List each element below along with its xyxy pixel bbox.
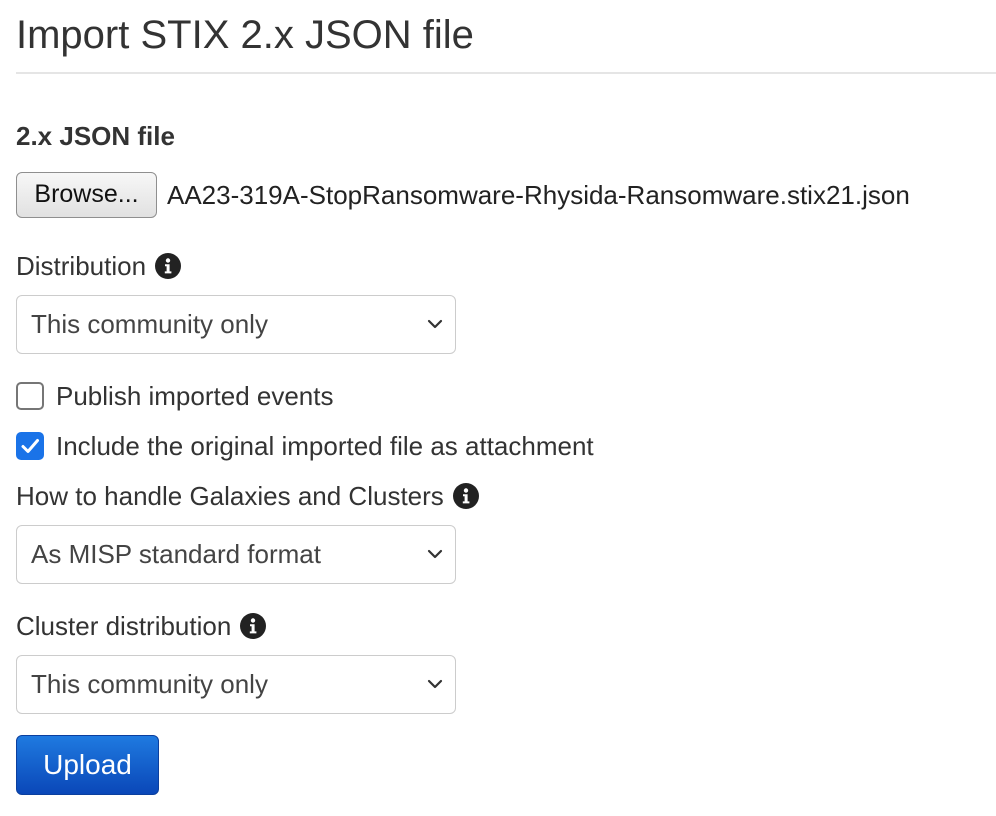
cluster-distribution-label-row: Cluster distribution (16, 608, 267, 644)
upload-button[interactable]: Upload (16, 735, 159, 795)
chevron-down-icon (425, 316, 445, 332)
cluster-distribution-label: Cluster distribution (16, 611, 232, 641)
title-divider (16, 72, 996, 74)
info-circle-icon[interactable] (240, 613, 267, 639)
publish-checkbox-row[interactable]: Publish imported events (16, 378, 333, 414)
file-field-label: 2.x JSON file (16, 121, 175, 151)
browse-button[interactable]: Browse... (16, 172, 157, 218)
page-title: Import STIX 2.x JSON file (16, 13, 474, 57)
distribution-label: Distribution (16, 251, 147, 281)
galaxies-select[interactable]: As MISP standard format (16, 525, 456, 584)
include-original-checkbox[interactable] (16, 432, 44, 460)
include-original-checkbox-row[interactable]: Include the original imported file as at… (16, 428, 594, 464)
galaxies-label-row: How to handle Galaxies and Clusters (16, 478, 479, 514)
distribution-selected-value: This community only (31, 309, 268, 339)
publish-checkbox[interactable] (16, 382, 44, 410)
distribution-label-row: Distribution (16, 248, 182, 284)
cluster-distribution-selected-value: This community only (31, 669, 268, 699)
chevron-down-icon (425, 546, 445, 562)
selected-file-name: AA23-319A-StopRansomware-Rhysida-Ransomw… (167, 180, 910, 210)
cluster-distribution-select[interactable]: This community only (16, 655, 456, 714)
include-original-checkbox-label[interactable]: Include the original imported file as at… (56, 428, 594, 464)
info-circle-icon[interactable] (452, 483, 479, 509)
info-circle-icon[interactable] (155, 253, 182, 279)
distribution-select[interactable]: This community only (16, 295, 456, 354)
chevron-down-icon (425, 676, 445, 692)
publish-checkbox-label[interactable]: Publish imported events (56, 378, 333, 414)
import-stix-form: Import STIX 2.x JSON file 2.x JSON file … (0, 0, 996, 816)
galaxies-label: How to handle Galaxies and Clusters (16, 481, 444, 511)
galaxies-selected-value: As MISP standard format (31, 539, 321, 569)
